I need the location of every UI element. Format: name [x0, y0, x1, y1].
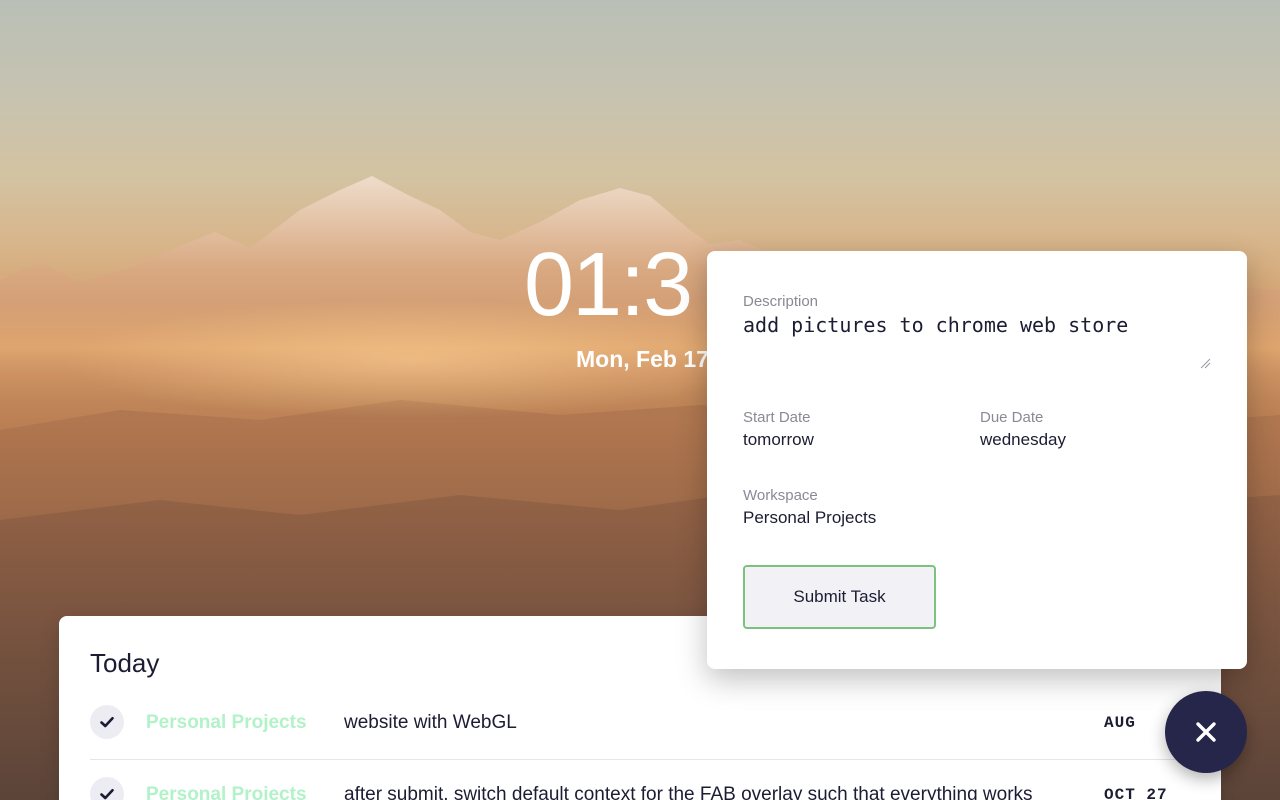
task-row: Personal Projects after submit, switch d… — [90, 760, 1190, 800]
task-row: Personal Projects website with WebGL AUG — [90, 688, 1190, 760]
due-date-field[interactable]: wednesday — [980, 430, 1066, 450]
close-fab-button[interactable] — [1165, 691, 1247, 773]
workspace-label: Workspace — [743, 487, 818, 504]
close-icon — [1196, 722, 1216, 742]
submit-task-button[interactable]: Submit Task — [743, 565, 936, 629]
checkmark-icon — [100, 716, 114, 728]
task-workspace-tag[interactable]: Personal Projects — [146, 712, 307, 734]
today-heading: Today — [90, 648, 160, 678]
task-description[interactable]: after submit, switch default context for… — [344, 784, 1033, 800]
clock-time: 01:3 — [524, 235, 693, 335]
start-date-field[interactable]: tomorrow — [743, 430, 814, 450]
start-date-label: Start Date — [743, 409, 811, 426]
workspace-field[interactable]: Personal Projects — [743, 508, 876, 528]
complete-task-button[interactable] — [90, 705, 124, 739]
new-task-form: Description add pictures to chrome web s… — [707, 251, 1247, 669]
complete-task-button[interactable] — [90, 777, 124, 800]
description-label: Description — [743, 293, 819, 310]
description-input[interactable]: add pictures to chrome web store — [743, 313, 1213, 371]
task-description[interactable]: website with WebGL — [344, 712, 517, 734]
resize-handle-icon[interactable] — [1199, 357, 1211, 369]
due-date-label: Due Date — [980, 409, 1044, 426]
checkmark-icon — [100, 788, 114, 800]
task-due-date: AUG — [1104, 714, 1136, 732]
task-due-date: OCT 27 — [1104, 786, 1168, 800]
clock-date: Mon, Feb 17 — [576, 346, 709, 372]
task-workspace-tag[interactable]: Personal Projects — [146, 784, 307, 800]
